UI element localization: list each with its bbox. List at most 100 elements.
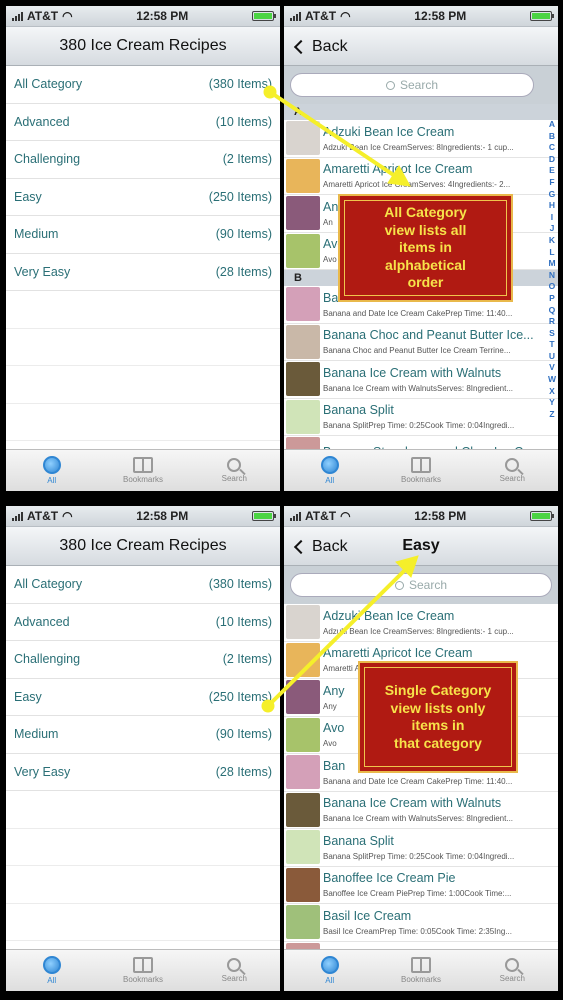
search-input[interactable]: Search [290,573,552,597]
recipe-thumbnail [286,867,320,902]
index-letter[interactable]: K [549,235,555,247]
recipe-subtitle: Amaretti Apricot Ice CreamServes: 4Ingre… [323,180,511,190]
index-letter[interactable]: S [549,328,555,340]
tab-all[interactable]: All [6,950,97,991]
tab-search[interactable]: Search [467,450,558,491]
index-letter[interactable]: Z [549,409,554,421]
category-count: (380 Items) [208,77,272,92]
recipe-thumbnail [286,717,320,752]
index-letter[interactable]: G [549,189,556,201]
category-row-advanced[interactable]: Advanced (10 Items) [6,604,280,641]
category-name: Medium [14,227,59,242]
search-input[interactable]: Search [290,73,534,97]
tab-label: All [325,976,335,985]
recipe-row[interactable]: Banana Choc and Peanut Butter Ice... Bana… [284,324,558,361]
category-row-all[interactable]: All Category (380 Items) [6,66,280,104]
index-letter[interactable]: U [549,351,555,363]
recipe-row[interactable]: Banana Ice Cream with Walnuts Banana Ice … [284,792,558,829]
tab-label: All [47,476,57,485]
category-row-challenging[interactable]: Challenging (2 Items) [6,641,280,679]
index-letter[interactable]: T [549,339,554,351]
chevron-left-icon [293,39,309,54]
index-letter[interactable]: M [548,258,555,270]
tab-bookmarks[interactable]: Bookmarks [97,450,188,491]
index-letter[interactable]: A [549,119,555,131]
search-bar: Search [284,66,558,104]
category-row-very-easy[interactable]: Very Easy (28 Items) [6,254,280,291]
recipe-row[interactable]: Banana Ice Cream with Walnuts Banana Ice … [284,361,558,399]
section-index[interactable]: ABCDEFGHIJKLMNOPQRSTUVWXYZ [548,119,556,420]
index-letter[interactable]: Y [549,397,555,409]
carrier-label: AT&T [305,509,337,523]
callout-line: that category [394,734,482,751]
recipe-title: Amaretti Apricot Ice Cream [323,162,473,177]
category-list: All Category (380 Items) Advanced (10 Item… [6,566,280,941]
tab-label: All [325,476,335,485]
tab-search[interactable]: Search [189,450,280,491]
index-letter[interactable]: I [551,212,553,224]
tab-label: Search [221,474,247,483]
category-count: (250 Items) [208,189,272,204]
index-letter[interactable]: L [549,247,554,259]
tab-label: Bookmarks [400,475,441,484]
section-header-a: A [284,104,558,120]
recipe-row[interactable]: Banana Split Banana SplitPrep Time: 0:25C… [284,399,558,436]
battery-icon [530,511,554,521]
index-letter[interactable]: O [549,281,556,293]
category-row-medium[interactable]: Medium (90 Items) [6,716,280,754]
index-letter[interactable]: P [549,293,555,305]
category-name: All Category [14,577,83,592]
recipe-title: Basil Ice Cream [323,908,412,923]
tab-all[interactable]: All [284,450,375,491]
chevron-left-icon [293,539,309,554]
globe-icon [320,456,339,474]
index-letter[interactable]: V [549,362,555,374]
index-letter[interactable]: X [549,386,555,398]
recipe-thumbnail [286,399,320,434]
wifi-icon: ◠ [340,509,351,523]
index-letter[interactable]: H [549,200,555,212]
index-letter[interactable]: E [549,165,555,177]
recipe-row[interactable]: Adzuki Bean Ice Cream Adzuki Bean Ice Cre… [284,120,558,158]
recipe-row[interactable]: Amaretti Apricot Ice Cream Amaretti Apric… [284,158,558,195]
tab-bookmarks[interactable]: Bookmarks [375,950,466,991]
index-letter[interactable]: D [549,154,555,166]
back-button[interactable]: Back [292,27,348,66]
index-letter[interactable]: C [549,142,555,154]
phone-categories-bottom: AT&T ◠ 12:58 PM 380 Ice Cream Recipes All… [6,506,280,991]
recipe-row[interactable]: Basil Ice Cream Basil Ice CreamPrep Time:… [284,904,558,942]
back-button[interactable]: Back [292,527,348,566]
empty-row [6,904,280,941]
index-letter[interactable]: B [549,131,555,143]
category-row-advanced[interactable]: Advanced (10 Items) [6,104,280,141]
category-row-easy[interactable]: Easy (250 Items) [6,179,280,216]
index-letter[interactable]: N [549,270,555,282]
index-letter[interactable]: J [550,223,555,235]
category-row-very-easy[interactable]: Very Easy (28 Items) [6,754,280,791]
tab-bookmarks[interactable]: Bookmarks [97,950,188,991]
recipe-row[interactable]: Banana Split Banana SplitPrep Time: 0:25C… [284,829,558,867]
bookmarks-icon [132,457,153,473]
index-letter[interactable]: W [548,374,556,386]
callout-line: alphabetical [385,256,466,273]
category-row-all[interactable]: All Category (380 Items) [6,566,280,604]
tab-search[interactable]: Search [467,950,558,991]
recipe-row[interactable]: Banoffee Ice Cream Pie Banoffee Ice Cream… [284,867,558,904]
index-letter[interactable]: Q [549,305,556,317]
category-row-challenging[interactable]: Challenging (2 Items) [6,141,280,179]
signal-icon [12,11,23,21]
tab-all[interactable]: All [6,450,97,491]
index-letter[interactable]: R [549,316,555,328]
index-letter[interactable]: F [549,177,554,189]
recipe-row[interactable]: Adzuki Bean Ice Cream Adzuki Bean Ice Cre… [284,604,558,642]
category-row-easy[interactable]: Easy (250 Items) [6,679,280,716]
search-placeholder: Search [408,578,448,592]
category-row-medium[interactable]: Medium (90 Items) [6,216,280,254]
recipe-thumbnail [286,642,320,677]
globe-icon [42,456,61,474]
tab-bookmarks[interactable]: Bookmarks [375,450,466,491]
tab-all[interactable]: All [284,950,375,991]
recipe-title: Adzuki Bean Ice Cream [323,124,455,139]
tab-label: All [47,976,57,985]
tab-search[interactable]: Search [189,950,280,991]
